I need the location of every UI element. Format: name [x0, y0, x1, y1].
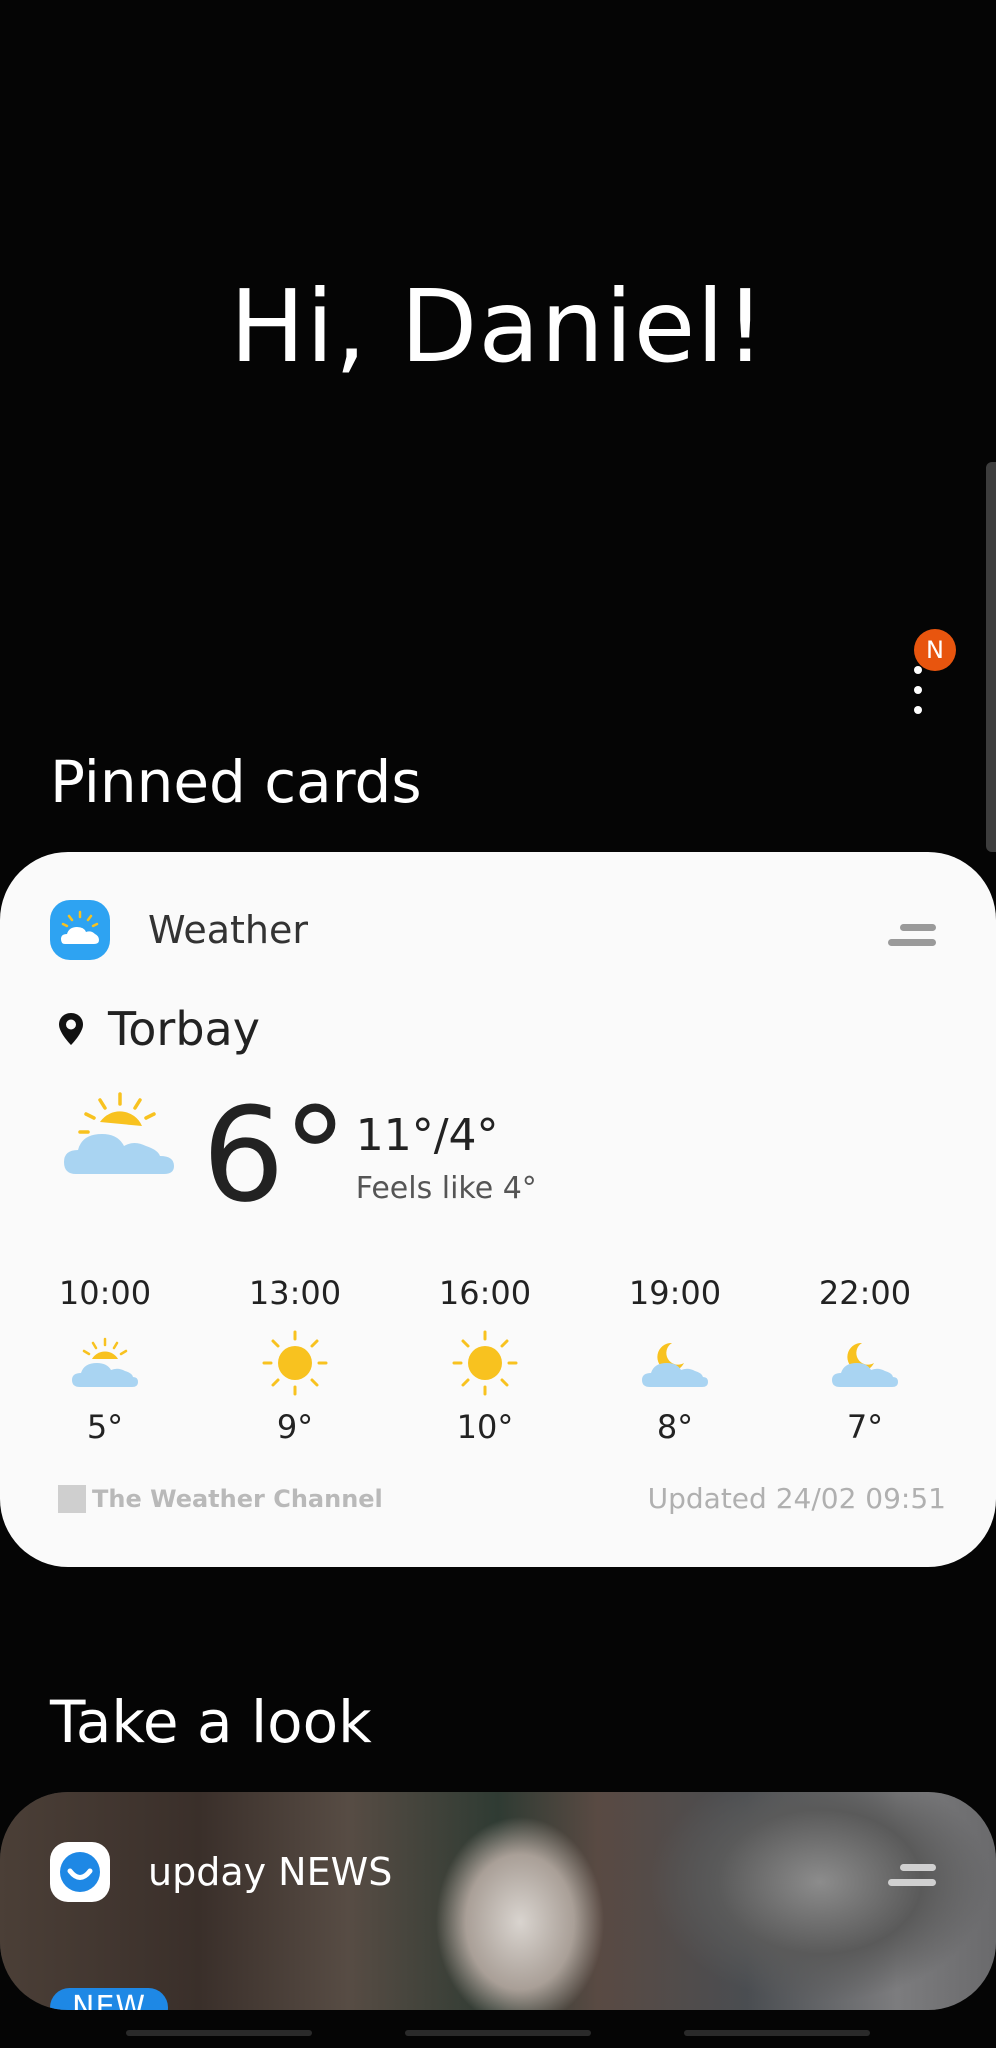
- nav-home-button[interactable]: [405, 2030, 591, 2036]
- hourly-item: 13:00 9°: [210, 1274, 380, 1446]
- partly-sunny-icon: [70, 1330, 140, 1396]
- hour-temp: 7°: [846, 1408, 884, 1446]
- temp-range: 11°/4°: [355, 1110, 499, 1161]
- card-drag-handle-icon[interactable]: [888, 924, 936, 950]
- news-app-name: upday NEWS: [148, 1850, 393, 1894]
- card-drag-handle-icon[interactable]: [888, 1864, 936, 1890]
- sun-icon: [452, 1330, 518, 1396]
- nav-back-button[interactable]: [684, 2030, 870, 2036]
- weather-card[interactable]: Weather Torbay 6° 11°/4° Feels like 4° 1…: [0, 852, 996, 1567]
- weather-app-icon: [50, 900, 110, 960]
- weather-app-name: Weather: [148, 908, 308, 952]
- upday-news-card[interactable]: upday NEWS NEW: [0, 1792, 996, 2010]
- hour-time: 16:00: [438, 1274, 532, 1312]
- nav-recents-button[interactable]: [126, 2030, 312, 2036]
- edge-panel-handle[interactable]: [986, 462, 996, 852]
- hour-temp: 5°: [86, 1408, 124, 1446]
- hour-temp: 8°: [656, 1408, 694, 1446]
- hour-time: 10:00: [58, 1274, 152, 1312]
- hour-time: 19:00: [628, 1274, 722, 1312]
- feels-like: Feels like 4°: [355, 1171, 537, 1206]
- weather-source: The Weather Channel: [92, 1484, 383, 1513]
- hour-temp: 9°: [276, 1408, 314, 1446]
- moon-cloud-icon: [640, 1330, 710, 1396]
- weather-card-footer: The Weather Channel Updated 24/02 09:51: [58, 1482, 946, 1515]
- news-card-header: upday NEWS: [50, 1842, 392, 1902]
- notification-badge[interactable]: N: [914, 629, 956, 671]
- location: Torbay: [58, 1002, 260, 1056]
- take-a-look-heading: Take a look: [50, 1688, 372, 1756]
- high-low: 11°/4° Feels like 4°: [356, 1110, 537, 1206]
- hourly-item: 10:00 5°: [20, 1274, 190, 1446]
- weather-card-header: Weather: [50, 900, 308, 960]
- hourly-forecast: 10:00 5° 13:00 9° 16:00 10° 19:00 8° 22:…: [20, 1274, 950, 1446]
- hour-time: 22:00: [818, 1274, 912, 1312]
- hourly-item: 19:00 8°: [590, 1274, 760, 1446]
- greeting-title: Hi, Daniel!: [229, 268, 767, 385]
- navigation-bar: [0, 2026, 996, 2048]
- hour-temp: 10°: [456, 1408, 514, 1446]
- weather-channel-logo-icon: [58, 1484, 86, 1513]
- hour-time: 13:00: [248, 1274, 342, 1312]
- hourly-item: 16:00 10°: [400, 1274, 570, 1446]
- more-options-icon[interactable]: [908, 666, 928, 714]
- location-pin-icon: [59, 1013, 83, 1045]
- current-temperature: 6°: [202, 1079, 348, 1231]
- hourly-item: 22:00 7°: [780, 1274, 950, 1446]
- moon-cloud-icon: [830, 1330, 900, 1396]
- new-badge: NEW: [50, 1988, 169, 2010]
- current-weather: 6° 11°/4° Feels like 4°: [62, 1090, 537, 1220]
- upday-app-icon: [50, 1842, 110, 1902]
- sun-icon: [262, 1330, 328, 1396]
- weather-channel-credit[interactable]: The Weather Channel: [58, 1484, 383, 1513]
- location-name: Torbay: [108, 1002, 260, 1056]
- updated-time: Updated 24/02 09:51: [647, 1482, 946, 1515]
- partly-sunny-icon: [64, 1092, 174, 1174]
- pinned-cards-heading: Pinned cards: [50, 748, 422, 816]
